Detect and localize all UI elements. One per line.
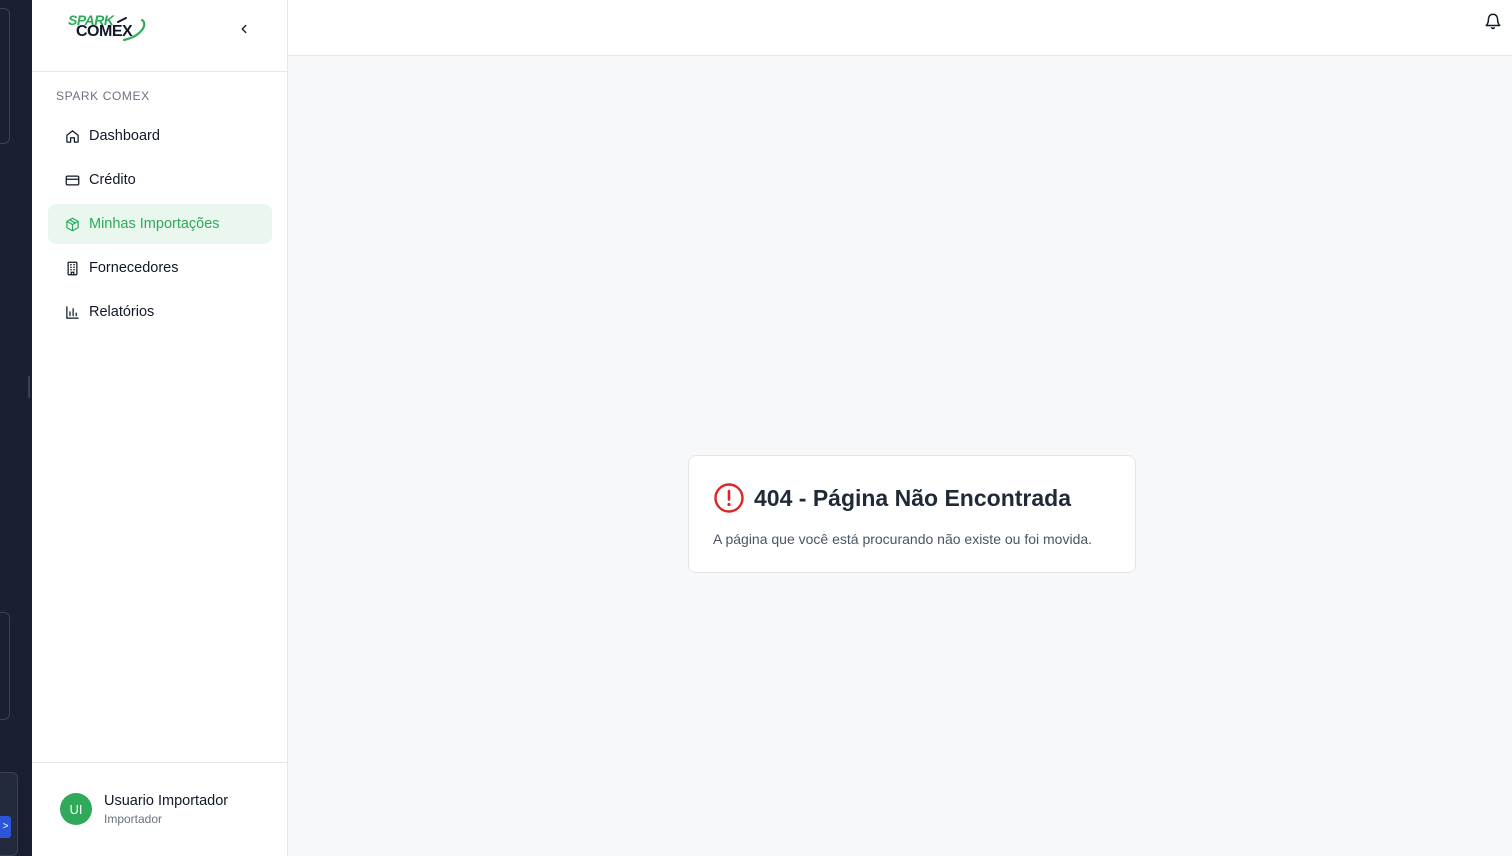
sidebar-item-relatorios[interactable]: Relatórios bbox=[48, 292, 272, 332]
background-window-strip: > bbox=[0, 0, 32, 856]
background-panel bbox=[0, 612, 10, 720]
user-name: Usuario Importador bbox=[104, 793, 229, 809]
error-message: A página que você está procurando não ex… bbox=[713, 531, 1093, 547]
user-role: Importador bbox=[104, 812, 163, 826]
sidebar-item-label: Dashboard bbox=[89, 128, 160, 144]
error-title-row: 404 - Página Não Encontrada bbox=[713, 482, 1071, 514]
sidebar-section-label: SPARK COMEX bbox=[56, 89, 150, 103]
sidebar-item-fornecedores[interactable]: Fornecedores bbox=[48, 248, 272, 288]
expand-arrow-icon[interactable]: > bbox=[0, 816, 11, 838]
error-title: 404 - Página Não Encontrada bbox=[754, 484, 1071, 511]
alert-circle-icon bbox=[714, 483, 744, 513]
sidebar-header: SPARK COMEX bbox=[32, 0, 287, 72]
sidebar-item-dashboard[interactable]: Dashboard bbox=[48, 116, 272, 156]
sidebar: SPARK COMEX SPARK COMEX Dashboard Crédit… bbox=[32, 0, 288, 856]
bell-icon bbox=[1485, 13, 1501, 30]
home-icon bbox=[64, 128, 80, 144]
sidebar-nav: Dashboard Crédito Minhas Importações For… bbox=[48, 116, 272, 336]
building-icon bbox=[64, 260, 80, 276]
spark-comex-logo[interactable]: SPARK COMEX bbox=[68, 12, 150, 44]
chevron-left-icon bbox=[241, 24, 247, 34]
package-icon bbox=[64, 216, 80, 232]
collapse-sidebar-button[interactable] bbox=[232, 18, 256, 40]
sidebar-item-label: Minhas Importações bbox=[89, 216, 220, 232]
sidebar-item-label: Fornecedores bbox=[89, 260, 179, 276]
sidebar-item-credito[interactable]: Crédito bbox=[48, 160, 272, 200]
notifications-button[interactable] bbox=[1484, 12, 1502, 30]
sidebar-item-minhas-importacoes[interactable]: Minhas Importações bbox=[48, 204, 272, 244]
avatar: UI bbox=[60, 793, 92, 825]
resize-handle[interactable] bbox=[28, 376, 30, 398]
bar-chart-icon bbox=[64, 304, 80, 320]
background-panel bbox=[0, 8, 10, 144]
error-card: 404 - Página Não Encontrada A página que… bbox=[688, 455, 1136, 573]
credit-card-icon bbox=[64, 172, 80, 188]
sidebar-item-label: Relatórios bbox=[89, 304, 155, 320]
top-bar bbox=[288, 0, 1512, 56]
user-profile[interactable]: UI Usuario Importador Importador bbox=[32, 762, 288, 856]
sidebar-item-label: Crédito bbox=[89, 172, 136, 188]
logo-swoosh-icon bbox=[117, 17, 146, 42]
background-panel bbox=[0, 772, 18, 856]
